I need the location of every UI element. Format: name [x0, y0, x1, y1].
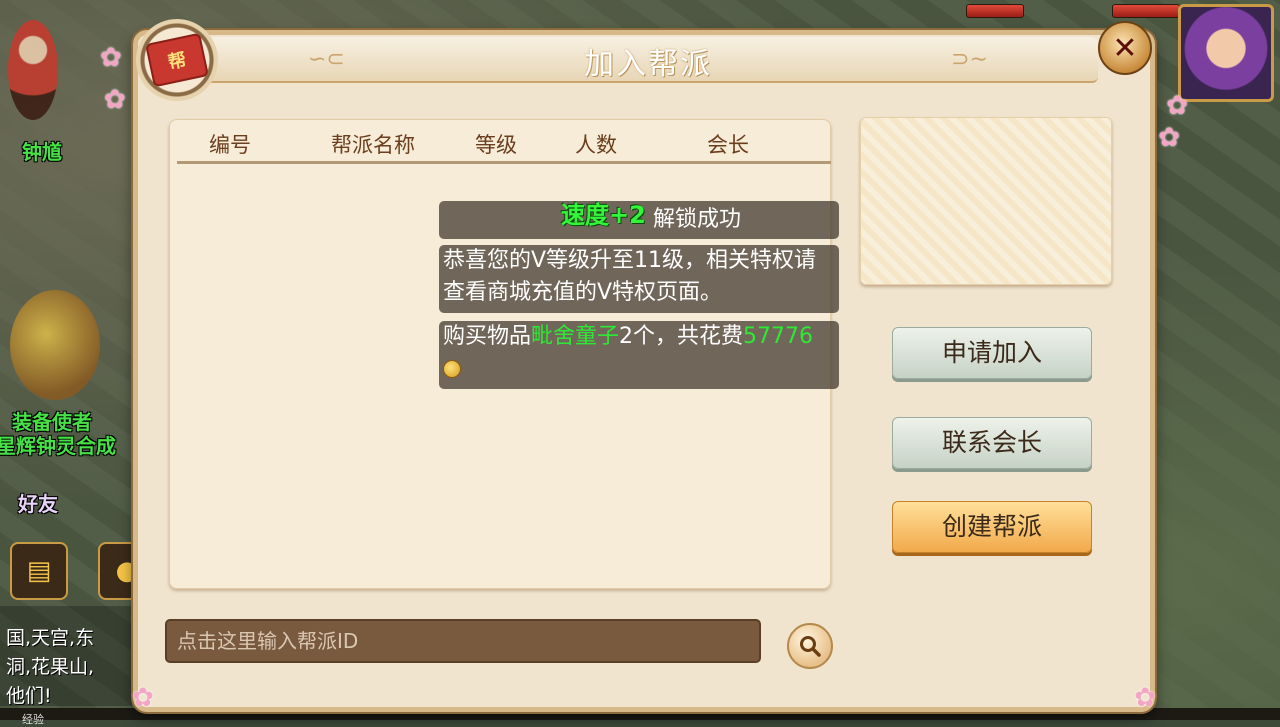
contact-leader-button[interactable]: 联系会长 — [892, 417, 1092, 469]
chat-bubble-button[interactable]: ▤ — [10, 542, 68, 600]
flower-decoration-icon: ✿ — [1158, 123, 1180, 153]
column-header-level: 等级 — [475, 133, 517, 157]
flower-decoration-icon: ✿ — [132, 683, 154, 713]
flower-decoration-icon: ✿ — [104, 85, 126, 115]
chat-line: 国,天宫,东 — [6, 627, 95, 649]
friends-label[interactable]: 好友 — [18, 488, 58, 517]
purchase-prefix: 购买物品 — [443, 324, 532, 349]
column-header-members: 人数 — [575, 133, 617, 157]
close-button[interactable]: ✕ — [1098, 21, 1152, 75]
flower-decoration-icon: ✿ — [100, 43, 122, 73]
guild-info-panel — [860, 117, 1112, 285]
player-portrait[interactable] — [1178, 4, 1274, 102]
guild-list-panel: 编号 帮派名称 等级 人数 会长 解锁成功 速度+2 恭喜您的V等级升至11级，… — [169, 119, 839, 589]
speed-popup: 速度+2 — [561, 201, 646, 229]
apply-join-button[interactable]: 申请加入 — [892, 327, 1092, 379]
purchase-middle: 2个，共花费 — [619, 324, 744, 349]
column-header-id: 编号 — [209, 133, 251, 157]
coin-icon — [443, 360, 461, 378]
chat-bubble-icon: ▤ — [26, 556, 52, 586]
npc-zhongkui-label: 钟馗 — [22, 140, 62, 164]
join-guild-dialog: ∽⊂ 加入帮派 ⊃∼ 帮 ✕ ✿ ✿ ✿ ✿ ✿ ✿ 编号 帮派名称 等级 人数… — [100, 19, 1188, 713]
purchase-amount: 57776 — [743, 324, 814, 349]
v-level-notification: 恭喜您的V等级升至11级，相关特权请查看商城充值的V特权页面。 — [439, 245, 839, 313]
npc-synthesis-label: 星辉钟灵合成 — [0, 434, 116, 458]
close-icon: ✕ — [1112, 30, 1138, 66]
player-hp-bar — [1112, 4, 1180, 18]
title-bar: ∽⊂ 加入帮派 ⊃∼ — [198, 37, 1098, 83]
purchase-item: 毗舍童子 — [531, 324, 620, 349]
column-header-name: 帮派名称 — [331, 133, 415, 157]
purchase-notification: 购买物品毗舍童子2个，共花费57776 — [439, 321, 839, 389]
guild-list-header: 编号 帮派名称 等级 人数 会长 — [177, 127, 831, 164]
guild-emblem-icon: 帮 — [136, 19, 218, 101]
flower-decoration-icon: ✿ — [1166, 91, 1188, 121]
chat-line: 他们! — [6, 685, 52, 707]
emblem-badge: 帮 — [145, 32, 209, 88]
guild-id-input[interactable] — [165, 619, 761, 663]
search-icon — [800, 636, 821, 657]
npc-equipment-envoy-figure[interactable] — [10, 290, 100, 400]
search-button[interactable] — [787, 623, 833, 669]
unlock-text: 解锁成功 — [652, 207, 741, 232]
chat-log: 国,天宫,东 洞,花果山, 他们! — [6, 624, 94, 711]
target-hp-bar — [966, 4, 1024, 18]
npc-zhongkui-figure[interactable] — [8, 20, 58, 120]
v-level-text: 恭喜您的V等级升至11级，相关特权请查看商城充值的V特权页面。 — [443, 248, 817, 305]
column-header-leader: 会长 — [707, 133, 749, 157]
chat-line: 洞,花果山, — [6, 656, 95, 678]
create-guild-button[interactable]: 创建帮派 — [892, 501, 1092, 553]
title-swirl-right: ⊃∼ — [951, 47, 988, 72]
flower-decoration-icon: ✿ — [1134, 683, 1156, 713]
